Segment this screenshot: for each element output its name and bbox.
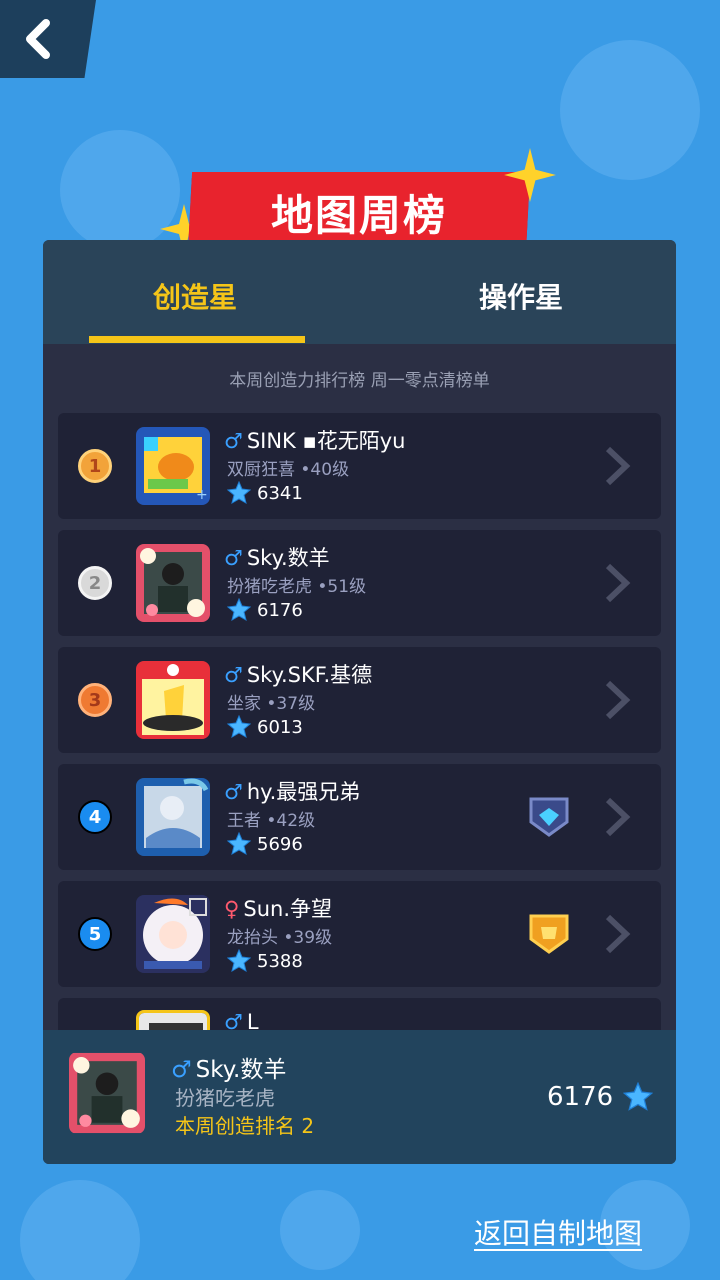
player-name-text: hy.最强兄弟 (246, 780, 361, 804)
chevron-right-icon[interactable] (602, 679, 632, 721)
back-button[interactable] (0, 0, 96, 78)
player-name-text: SINK ▪花无陌yu (246, 429, 406, 453)
player-score: 5388 (227, 949, 303, 973)
chevron-right-icon[interactable] (602, 913, 632, 955)
rank-badge: 4 (78, 800, 112, 834)
active-tab-indicator (89, 336, 305, 343)
rank-badge: 3 (78, 683, 112, 717)
player-score: 6176 (227, 598, 303, 622)
player-score: 5696 (227, 832, 303, 856)
player-name: ♂ Sky.数羊 (224, 542, 330, 572)
page-title: 地图周榜 (270, 190, 447, 240)
player-name-text: Sun.争望 (243, 897, 333, 921)
avatar (136, 544, 210, 622)
player-name: ♂ Sky.SKF.基德 (224, 659, 372, 689)
player-title: 龙抬头 •39级 (227, 928, 333, 948)
my-score-value: 6176 (547, 1082, 614, 1112)
star-point-icon (227, 481, 251, 505)
male-icon: ♂ (224, 429, 243, 453)
male-icon: ♂ (224, 663, 243, 687)
player-name: ♂ hy.最强兄弟 (224, 776, 360, 806)
rank-badge: 2 (78, 566, 112, 600)
my-title: 扮猪吃老虎 (175, 1086, 275, 1110)
player-name-text: Sky.数羊 (246, 546, 330, 570)
ranking-row-4[interactable]: 4 ♂ hy.最强兄弟 王者 •42级 5696 (58, 764, 661, 870)
leaderboard-panel: 创造星 操作星 本周创造力排行榜 周一零点清榜单 1 + ♂ SINK ▪花无陌y… (43, 240, 676, 1164)
player-title: 坐家 •37级 (227, 694, 316, 714)
diamond-medal-icon (529, 797, 569, 837)
score-value: 5696 (257, 833, 303, 855)
ranking-row-3[interactable]: 3 ♂ Sky.SKF.基德 坐家 •37级 6013 (58, 647, 661, 753)
chevron-right-icon[interactable] (602, 445, 632, 487)
ranking-row-5[interactable]: 5 ♀ Sun.争望 龙抬头 •39级 5388 (58, 881, 661, 987)
score-value: 6176 (257, 599, 303, 621)
my-weekly-rank: 本周创造排名 2 (175, 1114, 315, 1138)
star-point-icon (227, 949, 251, 973)
player-score: 6013 (227, 715, 303, 739)
my-rank-bar: ♂ Sky.数羊 扮猪吃老虎 本周创造排名 2 6176 (43, 1030, 676, 1164)
avatar (136, 778, 210, 856)
tab-operator-star[interactable]: 操作星 (479, 276, 563, 316)
my-score: 6176 (547, 1082, 654, 1112)
chevron-left-icon (26, 19, 50, 59)
avatar: + (136, 427, 210, 505)
leaderboard-subtitle: 本周创造力排行榜 周一零点清榜单 (229, 371, 490, 391)
score-value: 6341 (257, 482, 303, 504)
player-name: ♀ Sun.争望 (224, 893, 332, 923)
ranking-row-1[interactable]: 1 + ♂ SINK ▪花无陌yu 双厨狂喜 •40级 6341 (58, 413, 661, 519)
male-icon: ♂ (224, 780, 243, 804)
tab-bar: 创造星 操作星 (43, 240, 676, 344)
male-icon: ♂ (224, 546, 243, 570)
male-icon: ♂ (171, 1057, 192, 1083)
player-title: 王者 •42级 (227, 811, 316, 831)
my-name: ♂ Sky.数羊 (171, 1050, 286, 1084)
my-avatar (69, 1052, 145, 1134)
avatar (136, 895, 210, 973)
player-name: ♂ SINK ▪花无陌yu (224, 425, 405, 455)
star-point-icon (227, 832, 251, 856)
chevron-right-icon[interactable] (602, 796, 632, 838)
player-score: 6341 (227, 481, 303, 505)
chevron-right-icon[interactable] (602, 562, 632, 604)
rank-badge: 1 (78, 449, 112, 483)
score-value: 6013 (257, 716, 303, 738)
player-name-text: Sky.SKF.基德 (246, 663, 373, 687)
player-title: 扮猪吃老虎 •51级 (227, 577, 367, 597)
avatar (136, 661, 210, 739)
female-icon: ♀ (224, 897, 240, 921)
player-title: 双厨狂喜 •40级 (227, 460, 350, 480)
score-value: 5388 (257, 950, 303, 972)
sparkle-star-icon (504, 148, 556, 202)
star-point-icon (623, 1082, 654, 1111)
rank-badge: 5 (78, 917, 112, 951)
tab-creator-star[interactable]: 创造星 (153, 276, 237, 316)
svg-text:+: + (196, 487, 208, 503)
my-name-text: Sky.数羊 (195, 1057, 287, 1083)
return-to-custom-maps-link[interactable]: 返回自制地图 (474, 1212, 642, 1252)
gold-medal-icon (529, 914, 569, 954)
ranking-row-2[interactable]: 2 ♂ Sky.数羊 扮猪吃老虎 •51级 6176 (58, 530, 661, 636)
star-point-icon (227, 715, 251, 739)
star-point-icon (227, 598, 251, 622)
